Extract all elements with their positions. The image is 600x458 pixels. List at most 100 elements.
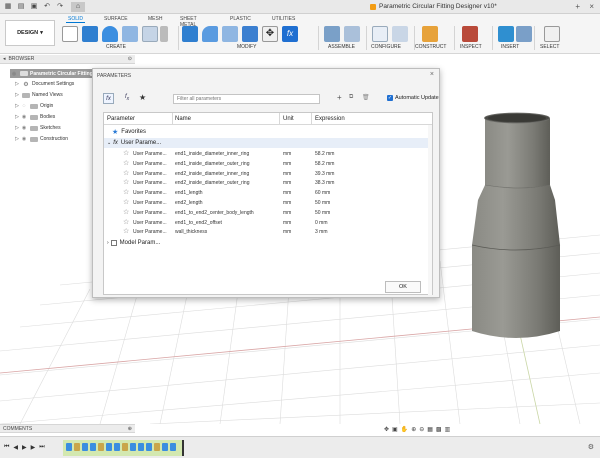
cell-name[interactable]: end1_inside_diameter_outer_ring [175, 161, 250, 167]
configure-table-icon[interactable] [392, 26, 408, 42]
cell-expression[interactable]: 50 mm [315, 200, 330, 206]
timeline-feature[interactable] [154, 443, 160, 451]
insert-icon[interactable] [498, 26, 514, 42]
browser-item-named-views[interactable]: ▷ Named Views [14, 90, 63, 100]
fillet-icon[interactable] [202, 26, 218, 42]
user-parameters-section[interactable]: ⌄ fx User Parame... [104, 138, 432, 148]
timeline-feature[interactable] [66, 443, 72, 451]
move-icon[interactable]: ✥ [262, 26, 278, 42]
hole-icon[interactable] [122, 26, 138, 42]
expand-arrow-icon[interactable]: ▷ [14, 92, 20, 98]
cell-expression[interactable]: 50 mm [315, 210, 330, 216]
ok-button[interactable]: OK [385, 281, 421, 293]
tab-solid[interactable]: SOLID [66, 16, 86, 23]
save-icon[interactable]: ▣ [29, 2, 39, 12]
table-row[interactable]: ☆ User Parame... end1_inside_diameter_in… [104, 149, 432, 159]
cell-name[interactable]: end2_length [175, 200, 203, 206]
go-to-end-icon[interactable]: ⏭ [39, 444, 44, 451]
cell-name[interactable]: end1_length [175, 190, 203, 196]
cell-expression[interactable]: 38.3 mm [315, 180, 334, 186]
tab-utilities[interactable]: UTILITIES [270, 16, 297, 22]
user-parameters-fx-icon[interactable]: fx [125, 94, 129, 102]
collapse-icon[interactable]: ◂ [3, 56, 6, 62]
favorite-star-icon[interactable]: ☆ [123, 149, 129, 157]
cell-name[interactable]: end1_to_end2_offset [175, 220, 222, 226]
tab-mesh[interactable]: MESH [146, 16, 164, 22]
timeline-feature[interactable] [162, 443, 168, 451]
zoom-icon[interactable]: ⊕ [411, 426, 416, 433]
pattern-icon[interactable] [142, 26, 158, 42]
chevron-right-icon[interactable]: › [107, 240, 109, 246]
column-header-name[interactable]: Name [175, 116, 191, 122]
browser-item-sketches[interactable]: ▷ ◉ Sketches [14, 123, 61, 133]
configure-icon[interactable] [372, 26, 388, 42]
browser-item-origin[interactable]: ▷ ◌ Origin [14, 101, 53, 111]
timeline-feature[interactable] [82, 443, 88, 451]
column-header-expression[interactable]: Expression [315, 116, 345, 122]
favorite-star-icon[interactable]: ☆ [123, 178, 129, 186]
duplicate-icon[interactable]: ⧉ [349, 94, 353, 101]
select-icon[interactable] [544, 26, 560, 42]
press-pull-icon[interactable] [182, 26, 198, 42]
group-select[interactable]: SELECT [540, 44, 559, 50]
browser-item-construction[interactable]: ▷ ◉ Construction [14, 134, 68, 144]
timeline-feature[interactable] [170, 443, 176, 451]
automatic-update-checkbox[interactable]: ✓ Automatic Update [387, 95, 439, 101]
add-parameter-icon[interactable]: + [337, 93, 342, 102]
home-icon[interactable]: ⌂ [71, 1, 85, 12]
favorite-star-icon[interactable]: ☆ [123, 169, 129, 177]
cell-name[interactable]: end2_inside_diameter_inner_ring [175, 171, 249, 177]
workspace-switcher[interactable]: DESIGN ▾ [5, 20, 55, 46]
orbit-icon[interactable]: ✥ [384, 426, 389, 433]
close-tab-icon[interactable]: × [589, 2, 594, 11]
favorite-star-icon[interactable]: ☆ [123, 198, 129, 206]
joint-icon[interactable] [344, 26, 360, 42]
chamfer-icon[interactable] [222, 26, 238, 42]
assemble-icon[interactable] [324, 26, 340, 42]
browser-item-bodies[interactable]: ▷ ◉ Bodies [14, 112, 55, 122]
group-construct[interactable]: CONSTRUCT [415, 44, 446, 50]
table-row[interactable]: ☆ User Parame... end1_inside_diameter_ou… [104, 159, 432, 169]
favorite-star-icon[interactable]: ☆ [123, 227, 129, 235]
eye-icon[interactable]: ◉ [10, 71, 18, 77]
tab-surface[interactable]: SURFACE [102, 16, 130, 22]
all-parameters-fx-icon[interactable]: fx [103, 93, 114, 104]
group-configure[interactable]: CONFIGURE [371, 44, 401, 50]
timeline-feature[interactable] [98, 443, 104, 451]
timeline-features[interactable] [63, 440, 183, 456]
add-comment-icon[interactable]: ⊕ [128, 426, 132, 432]
table-row[interactable]: ☆ User Parame... end1_to_end2_center_bod… [104, 208, 432, 218]
cell-name[interactable]: wall_thickness [175, 229, 207, 235]
viewports-icon[interactable]: ▥ [445, 426, 451, 433]
parameters-icon[interactable]: fx [282, 26, 298, 42]
chevron-down-icon[interactable]: ⌄ [107, 140, 111, 146]
new-tab-icon[interactable]: + [575, 2, 580, 11]
shell-icon[interactable] [242, 26, 258, 42]
timeline-feature[interactable] [90, 443, 96, 451]
grid-menu-icon[interactable]: ▦ [3, 2, 13, 12]
document-tab[interactable]: Parametric Circular Fitting Designer v10… [370, 3, 497, 10]
timeline-feature[interactable] [106, 443, 112, 451]
favorite-star-icon[interactable]: ☆ [123, 208, 129, 216]
group-inspect[interactable]: INSPECT [460, 44, 482, 50]
filter-input[interactable] [173, 94, 320, 104]
display-settings-icon[interactable]: ▦ [427, 426, 433, 433]
table-row[interactable]: ☆ User Parame... end1_to_end2_offset mm … [104, 218, 432, 228]
favorite-star-icon[interactable]: ☆ [123, 188, 129, 196]
redo-icon[interactable]: ↷ [55, 2, 65, 12]
fitting-body[interactable] [471, 112, 561, 338]
eye-icon[interactable]: ◌ [20, 103, 28, 109]
pin-icon[interactable]: ⊙ [128, 56, 132, 62]
grid-settings-icon[interactable]: ▩ [436, 426, 442, 433]
pan-icon[interactable]: ✋ [401, 426, 408, 433]
gear-icon[interactable]: ⚙ [588, 443, 594, 451]
cell-expression[interactable]: 60 mm [315, 190, 330, 196]
step-back-icon[interactable]: ◀ [13, 444, 18, 451]
table-row[interactable]: ☆ User Parame... end1_length mm 60 mm [104, 188, 432, 198]
mirror-icon[interactable] [160, 26, 168, 42]
cell-name[interactable]: end2_inside_diameter_outer_ring [175, 180, 250, 186]
measure-icon[interactable] [462, 26, 478, 42]
model-parameters-section[interactable]: › Model Param... [104, 238, 432, 248]
eye-icon[interactable]: ◉ [20, 114, 28, 120]
look-at-icon[interactable]: ▣ [392, 426, 398, 433]
